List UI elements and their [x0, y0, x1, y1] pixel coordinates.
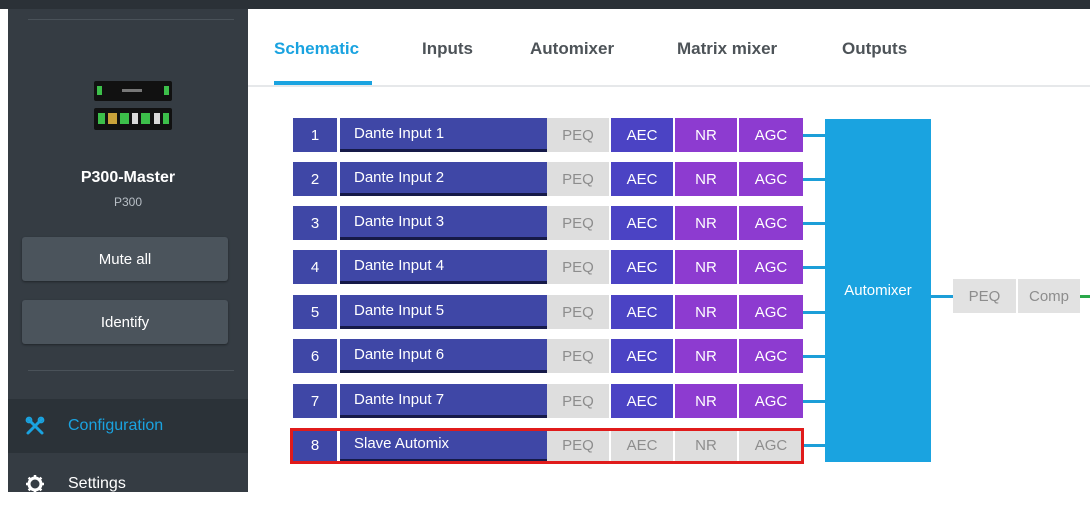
nav-label: Configuration — [68, 417, 164, 434]
aec-block[interactable]: AEC — [611, 339, 673, 373]
agc-block[interactable]: AGC — [739, 339, 803, 373]
agc-block[interactable]: AGC — [739, 384, 803, 418]
channel-connector — [803, 266, 825, 269]
channel-connector — [803, 178, 825, 181]
tab-outputs[interactable]: Outputs — [842, 39, 907, 59]
channel-connector — [803, 355, 825, 358]
identify-button[interactable]: Identify — [22, 300, 228, 344]
device-image — [94, 81, 172, 130]
nr-block[interactable]: NR — [675, 206, 737, 240]
channel-number[interactable]: 1 — [293, 118, 337, 152]
agc-block[interactable]: AGC — [739, 295, 803, 329]
automixer-block[interactable]: Automixer — [825, 119, 931, 462]
peq-block[interactable]: PEQ — [547, 339, 609, 373]
automixer-output-connector — [931, 295, 953, 298]
channel-name[interactable]: Dante Input 5 — [340, 295, 547, 329]
aec-block[interactable]: AEC — [611, 118, 673, 152]
agc-block[interactable]: AGC — [739, 206, 803, 240]
channel-number[interactable]: 5 — [293, 295, 337, 329]
nav-configuration[interactable]: Configuration — [8, 399, 248, 453]
nr-block[interactable]: NR — [675, 339, 737, 373]
agc-block[interactable]: AGC — [739, 250, 803, 284]
tab-matrix-mixer[interactable]: Matrix mixer — [677, 39, 777, 59]
channel-number[interactable]: 4 — [293, 250, 337, 284]
channel-connector — [803, 311, 825, 314]
channel-name[interactable]: Dante Input 6 — [340, 339, 547, 373]
aec-block[interactable]: AEC — [611, 295, 673, 329]
nr-block[interactable]: NR — [675, 250, 737, 284]
sidebar-divider — [28, 19, 234, 20]
peq-block[interactable]: PEQ — [547, 250, 609, 284]
output-connector — [1080, 295, 1090, 298]
channel-name[interactable]: Dante Input 7 — [340, 384, 547, 418]
output-comp-block[interactable]: Comp — [1018, 279, 1080, 313]
channel-name[interactable]: Dante Input 4 — [340, 250, 547, 284]
nr-block[interactable]: NR — [675, 384, 737, 418]
peq-block[interactable]: PEQ — [547, 118, 609, 152]
nr-block[interactable]: NR — [675, 295, 737, 329]
channel-number[interactable]: 7 — [293, 384, 337, 418]
sidebar-divider — [28, 370, 234, 371]
channel-connector — [803, 400, 825, 403]
tools-icon — [24, 415, 46, 437]
tab-schematic[interactable]: Schematic — [274, 39, 359, 59]
mute-all-button[interactable]: Mute all — [22, 237, 228, 281]
nr-block[interactable]: NR — [675, 162, 737, 196]
channel-number[interactable]: 2 — [293, 162, 337, 196]
tab-inputs[interactable]: Inputs — [422, 39, 473, 59]
nr-block[interactable]: NR — [675, 118, 737, 152]
device-model: P300 — [113, 195, 143, 209]
aec-block[interactable]: AEC — [611, 384, 673, 418]
window-top-bar — [0, 0, 1090, 9]
aec-block[interactable]: AEC — [611, 206, 673, 240]
agc-block[interactable]: AGC — [739, 162, 803, 196]
channel-name[interactable]: Dante Input 1 — [340, 118, 547, 152]
tab-bar: Schematic Inputs Automixer Matrix mixer … — [248, 9, 1090, 87]
nav-label: Settings — [68, 475, 126, 492]
agc-block[interactable]: AGC — [739, 118, 803, 152]
channel-name[interactable]: Dante Input 3 — [340, 206, 547, 240]
output-peq-block[interactable]: PEQ — [953, 279, 1016, 313]
aec-block[interactable]: AEC — [611, 250, 673, 284]
channel-connector — [803, 444, 825, 447]
tab-automixer[interactable]: Automixer — [530, 39, 614, 59]
channel-connector — [803, 222, 825, 225]
aec-block[interactable]: AEC — [611, 162, 673, 196]
peq-block[interactable]: PEQ — [547, 295, 609, 329]
schematic-canvas: 1 Dante Input 1 PEQ AEC NR AGC 2 Dante Input 2P… — [248, 89, 1090, 492]
channel-number[interactable]: 6 — [293, 339, 337, 373]
channel-name[interactable]: Dante Input 2 — [340, 162, 547, 196]
peq-block[interactable]: PEQ — [547, 206, 609, 240]
slave-automix-highlight — [290, 428, 804, 464]
sidebar: P300-Master P300 Mute all Identify Confi… — [8, 9, 248, 493]
device-name: P300-Master — [80, 169, 176, 186]
peq-block[interactable]: PEQ — [547, 384, 609, 418]
nav-settings[interactable]: Settings — [8, 457, 248, 511]
active-tab-indicator — [274, 81, 372, 85]
peq-block[interactable]: PEQ — [547, 162, 609, 196]
channel-connector — [803, 134, 825, 137]
channel-number[interactable]: 3 — [293, 206, 337, 240]
